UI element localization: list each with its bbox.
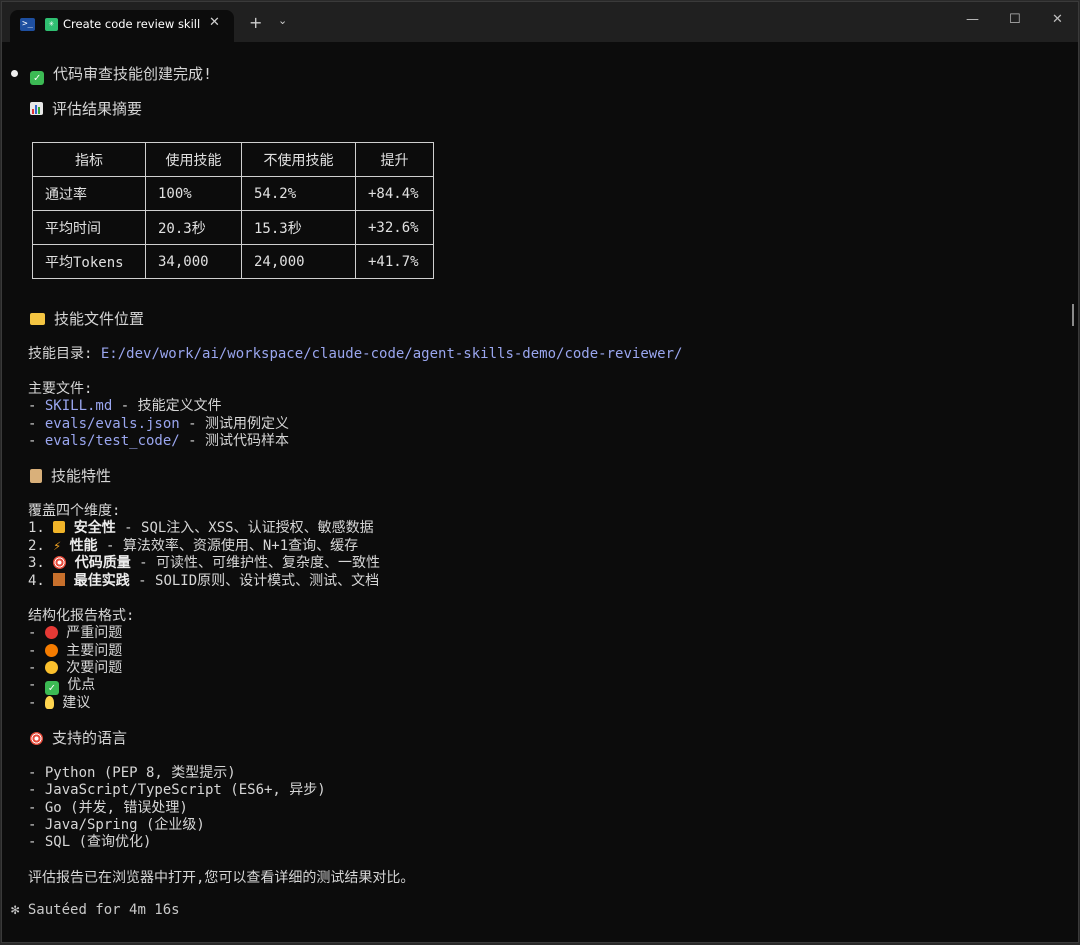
minimize-button[interactable]: — (966, 12, 979, 27)
table-cell: +32.6% (355, 210, 434, 245)
target-icon (53, 556, 67, 569)
list-item: - SQL (查询优化) (28, 834, 152, 850)
location-heading: 技能文件位置 (30, 308, 144, 329)
maximize-button[interactable]: ☐ (1009, 12, 1021, 27)
report-item: 优点 (67, 677, 96, 693)
summary-heading-text: 评估结果摘要 (52, 100, 143, 118)
terminal-window: >_ ✳ Create code review skill ✕ + ⌄ — ☐ … (1, 1, 1079, 943)
table-header-row: 指标 使用技能 不使用技能 提升 (32, 142, 434, 177)
red-circle-icon (44, 626, 58, 639)
languages-heading: 支持的语言 (30, 727, 127, 748)
features-heading-text: 技能特性 (51, 467, 112, 485)
spinner-icon: ✻ (11, 902, 20, 918)
table-row: 通过率 100% 54.2% +84.4% (32, 176, 434, 211)
table-cell: 24,000 (241, 244, 356, 279)
dir-line: 技能目录: E:/dev/work/ai/workspace/claude-co… (28, 343, 682, 363)
dimension-name: 最佳实践 (73, 573, 130, 589)
list-item: 3. 代码质量 - 可读性、可维护性、复杂度、一致性 (28, 552, 380, 572)
table-cell: 通过率 (32, 176, 146, 211)
completion-line: ✓ 代码审查技能创建完成! (30, 63, 212, 85)
file-link[interactable]: SKILL.md (45, 398, 112, 414)
metrics-table: 指标 使用技能 不使用技能 提升 通过率 100% 54.2% +84.4% 平… (32, 142, 434, 279)
building-icon (53, 573, 66, 586)
list-item: - SKILL.md - 技能定义文件 (28, 398, 222, 414)
table-cell: 34,000 (145, 244, 242, 279)
dimension-name: 安全性 (73, 520, 116, 536)
scrollbar-thumb[interactable] (1072, 304, 1074, 326)
new-tab-button[interactable]: + (249, 13, 262, 32)
target-icon (30, 732, 43, 745)
dir-path-link[interactable]: E:/dev/work/ai/workspace/claude-code/age… (101, 346, 683, 362)
yellow-circle-icon (44, 661, 58, 674)
tab-title: Create code review skill (63, 17, 201, 31)
list-number: 3. (28, 555, 45, 571)
table-cell: +84.4% (355, 176, 434, 211)
summary-heading: 评估结果摘要 (30, 98, 142, 119)
closing-message: 评估报告已在浏览器中打开,您可以查看详细的测试结果对比。 (28, 870, 415, 886)
list-item: 4. 最佳实践 - SOLID原则、设计模式、测试、文档 (28, 570, 379, 590)
message-bullet (11, 70, 18, 77)
languages-heading-text: 支持的语言 (52, 729, 128, 747)
tab-close-icon[interactable]: ✕ (209, 15, 220, 30)
list-item: - 严重问题 (28, 625, 123, 641)
status-text: Sautéed for 4m 16s (27, 902, 180, 918)
features-heading: 技能特性 (30, 465, 111, 486)
table-header: 不使用技能 (241, 142, 356, 177)
dir-label: 技能目录: (28, 346, 93, 362)
table-row: 平均时间 20.3秒 15.3秒 +32.6% (32, 210, 434, 245)
dimension-desc: - SOLID原则、设计模式、测试、文档 (129, 573, 380, 589)
table-row: 平均Tokens 34,000 24,000 +41.7% (32, 244, 434, 279)
claude-icon: ✳ (45, 18, 58, 31)
list-item: - JavaScript/TypeScript (ES6+, 异步) (28, 782, 326, 798)
completion-text: 代码审查技能创建完成! (53, 65, 213, 83)
file-desc: - 技能定义文件 (112, 398, 222, 414)
dimension-name: 代码质量 (74, 555, 131, 571)
dimension-desc: - SQL注入、XSS、认证授权、敏感数据 (115, 520, 374, 536)
file-desc: - 测试代码样本 (179, 433, 290, 449)
clipboard-icon (30, 469, 42, 483)
list-number: 4. (28, 573, 45, 589)
lightbulb-icon (44, 696, 54, 709)
list-item: - evals/test_code/ - 测试代码样本 (28, 433, 290, 449)
check-mark-icon: ✓ (30, 71, 44, 85)
orange-circle-icon (44, 644, 58, 657)
bar-chart-icon (30, 102, 43, 115)
table-cell: 54.2% (241, 176, 356, 211)
location-heading-text: 技能文件位置 (54, 310, 145, 328)
table-cell: +41.7% (355, 244, 434, 279)
table-header: 指标 (32, 142, 146, 177)
table-cell: 15.3秒 (241, 210, 356, 245)
terminal-output[interactable]: ✓ 代码审查技能创建完成! 评估结果摘要 指标 使用技能 不使用技能 提升 通过… (2, 42, 1078, 942)
table-cell: 100% (145, 176, 242, 211)
dimension-desc: - 可读性、可维护性、复杂度、一致性 (130, 555, 381, 571)
report-item: 严重问题 (66, 625, 123, 641)
close-window-button[interactable]: ✕ (1052, 12, 1063, 27)
powershell-icon: >_ (20, 18, 35, 31)
table-header: 提升 (355, 142, 434, 177)
title-bar: >_ ✳ Create code review skill ✕ + ⌄ — ☐ … (2, 2, 1078, 42)
lock-icon (53, 521, 66, 533)
table-cell: 平均时间 (32, 210, 146, 245)
status-line: ✻ Sautéed for 4m 16s (11, 902, 180, 918)
folder-icon (30, 313, 45, 325)
table-header: 使用技能 (145, 142, 242, 177)
list-item: - 建议 (28, 695, 91, 711)
list-number: 1. (28, 520, 45, 536)
table-cell: 平均Tokens (32, 244, 146, 279)
terminal-tab[interactable]: >_ ✳ Create code review skill ✕ (10, 10, 234, 42)
report-item: 建议 (62, 695, 91, 711)
file-link[interactable]: evals/test_code/ (45, 433, 180, 449)
tab-dropdown-icon[interactable]: ⌄ (278, 14, 287, 27)
table-cell: 20.3秒 (145, 210, 242, 245)
list-item: 1. 安全性 - SQL注入、XSS、认证授权、敏感数据 (28, 517, 374, 537)
